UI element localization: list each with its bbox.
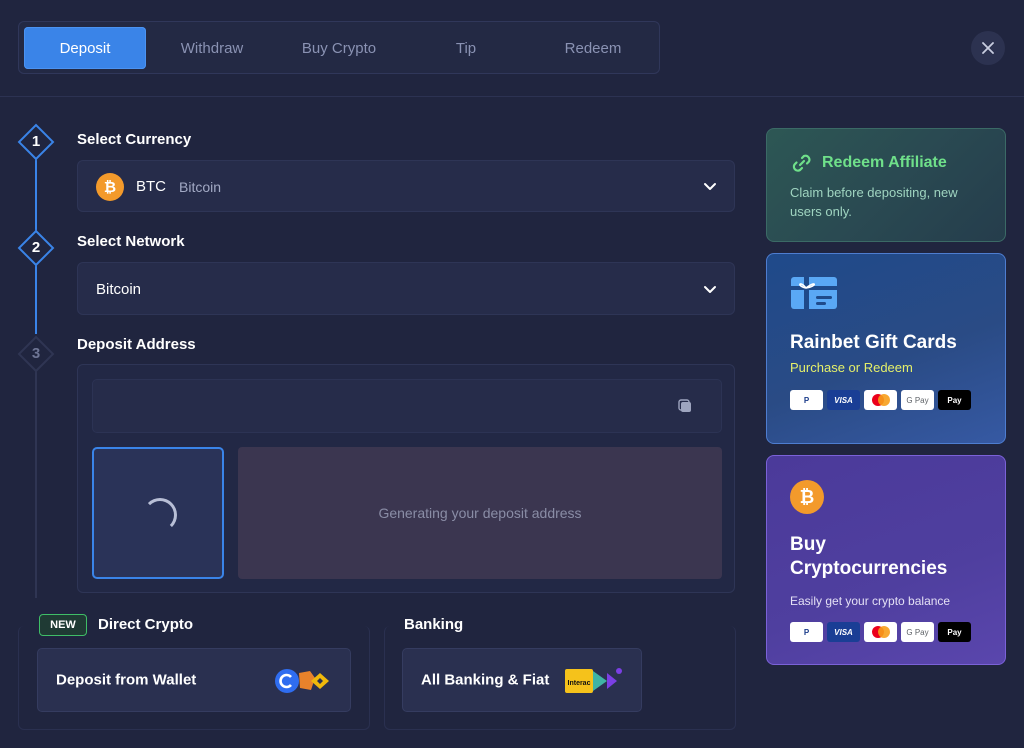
payment-methods-row: P VISA G Pay Pay	[790, 390, 971, 410]
currency-name: Bitcoin	[179, 179, 222, 195]
banking-providers-icon: Interac	[565, 668, 622, 693]
tab-bar: Deposit Withdraw Buy Crypto Tip Redeem	[18, 21, 660, 74]
all-banking-label: All Banking & Fiat	[421, 671, 550, 689]
deposit-address-panel: Generating your deposit address	[77, 364, 735, 593]
address-status: Generating your deposit address	[238, 447, 722, 579]
affiliate-subtitle: Claim before depositing, new users only.	[790, 185, 958, 219]
close-icon	[982, 42, 994, 54]
step-connector	[35, 368, 37, 598]
gift-cards-card[interactable]: Rainbet Gift Cards Purchase or Redeem P …	[766, 253, 1006, 444]
google-pay-icon: G Pay	[901, 622, 934, 642]
step-number: 2	[31, 239, 41, 256]
interac-logo-text: Interac	[568, 680, 591, 687]
buy-crypto-card[interactable]: ₿ Buy Cryptocurrencies Easily get your c…	[766, 455, 1006, 665]
payment-methods-row: P VISA G Pay Pay	[790, 622, 971, 642]
redeem-affiliate-card[interactable]: Redeem Affiliate Claim before depositing…	[766, 128, 1006, 242]
link-icon	[792, 154, 811, 172]
gift-card-icon	[791, 277, 837, 309]
visa-icon: VISA	[827, 622, 860, 642]
step-connector	[35, 155, 37, 235]
qr-code-placeholder	[92, 447, 224, 579]
step-number: 1	[31, 133, 41, 150]
mastercard-icon	[864, 390, 897, 410]
close-button[interactable]	[971, 31, 1005, 65]
tab-buy-crypto[interactable]: Buy Crypto	[278, 27, 400, 69]
all-banking-button[interactable]: All Banking & Fiat Interac	[402, 648, 642, 712]
loading-spinner-icon	[143, 498, 177, 532]
gift-card-title: Rainbet Gift Cards	[790, 332, 957, 353]
step-number: 3	[31, 345, 41, 362]
address-status-text: Generating your deposit address	[378, 505, 582, 521]
google-pay-icon: G Pay	[901, 390, 934, 410]
buy-crypto-title: Buy Cryptocurrencies	[790, 534, 948, 579]
apple-pay-icon: Pay	[938, 622, 971, 642]
mastercard-icon	[864, 622, 897, 642]
deposit-from-wallet-button[interactable]: Deposit from Wallet	[37, 648, 351, 712]
currency-code: BTC	[136, 178, 166, 195]
paypal-icon: P	[790, 390, 823, 410]
banking-title: Banking	[404, 616, 464, 633]
deposit-from-wallet-label: Deposit from Wallet	[56, 671, 197, 689]
affiliate-title: Redeem Affiliate	[822, 154, 947, 171]
modal-header: Deposit Withdraw Buy Crypto Tip Redeem	[0, 0, 1024, 97]
section-title-network: Select Network	[77, 233, 185, 250]
chevron-down-icon	[704, 285, 716, 293]
tab-redeem[interactable]: Redeem	[532, 27, 654, 69]
network-value: Bitcoin	[96, 281, 142, 298]
step-connector	[35, 262, 37, 334]
tab-withdraw[interactable]: Withdraw	[151, 27, 273, 69]
wallet-providers-icon	[275, 669, 329, 693]
copy-icon[interactable]	[677, 398, 693, 414]
new-badge: NEW	[39, 614, 87, 636]
section-title-currency: Select Currency	[77, 131, 192, 148]
apple-pay-icon: Pay	[938, 390, 971, 410]
tab-deposit[interactable]: Deposit	[24, 27, 146, 69]
tab-tip[interactable]: Tip	[405, 27, 527, 69]
paypal-icon: P	[790, 622, 823, 642]
currency-select[interactable]: ₿ BTC Bitcoin	[77, 160, 735, 212]
bitcoin-icon: ₿	[96, 173, 124, 201]
direct-crypto-title: Direct Crypto	[98, 616, 194, 633]
gift-card-subtitle: Purchase or Redeem	[790, 360, 913, 375]
buy-crypto-subtitle: Easily get your crypto balance	[790, 594, 951, 608]
deposit-address-field[interactable]	[92, 379, 722, 433]
visa-icon: VISA	[827, 390, 860, 410]
section-title-address: Deposit Address	[77, 336, 196, 353]
chevron-down-icon	[704, 183, 716, 190]
bitcoin-icon: ₿	[790, 480, 824, 514]
network-select[interactable]: Bitcoin	[77, 262, 735, 315]
